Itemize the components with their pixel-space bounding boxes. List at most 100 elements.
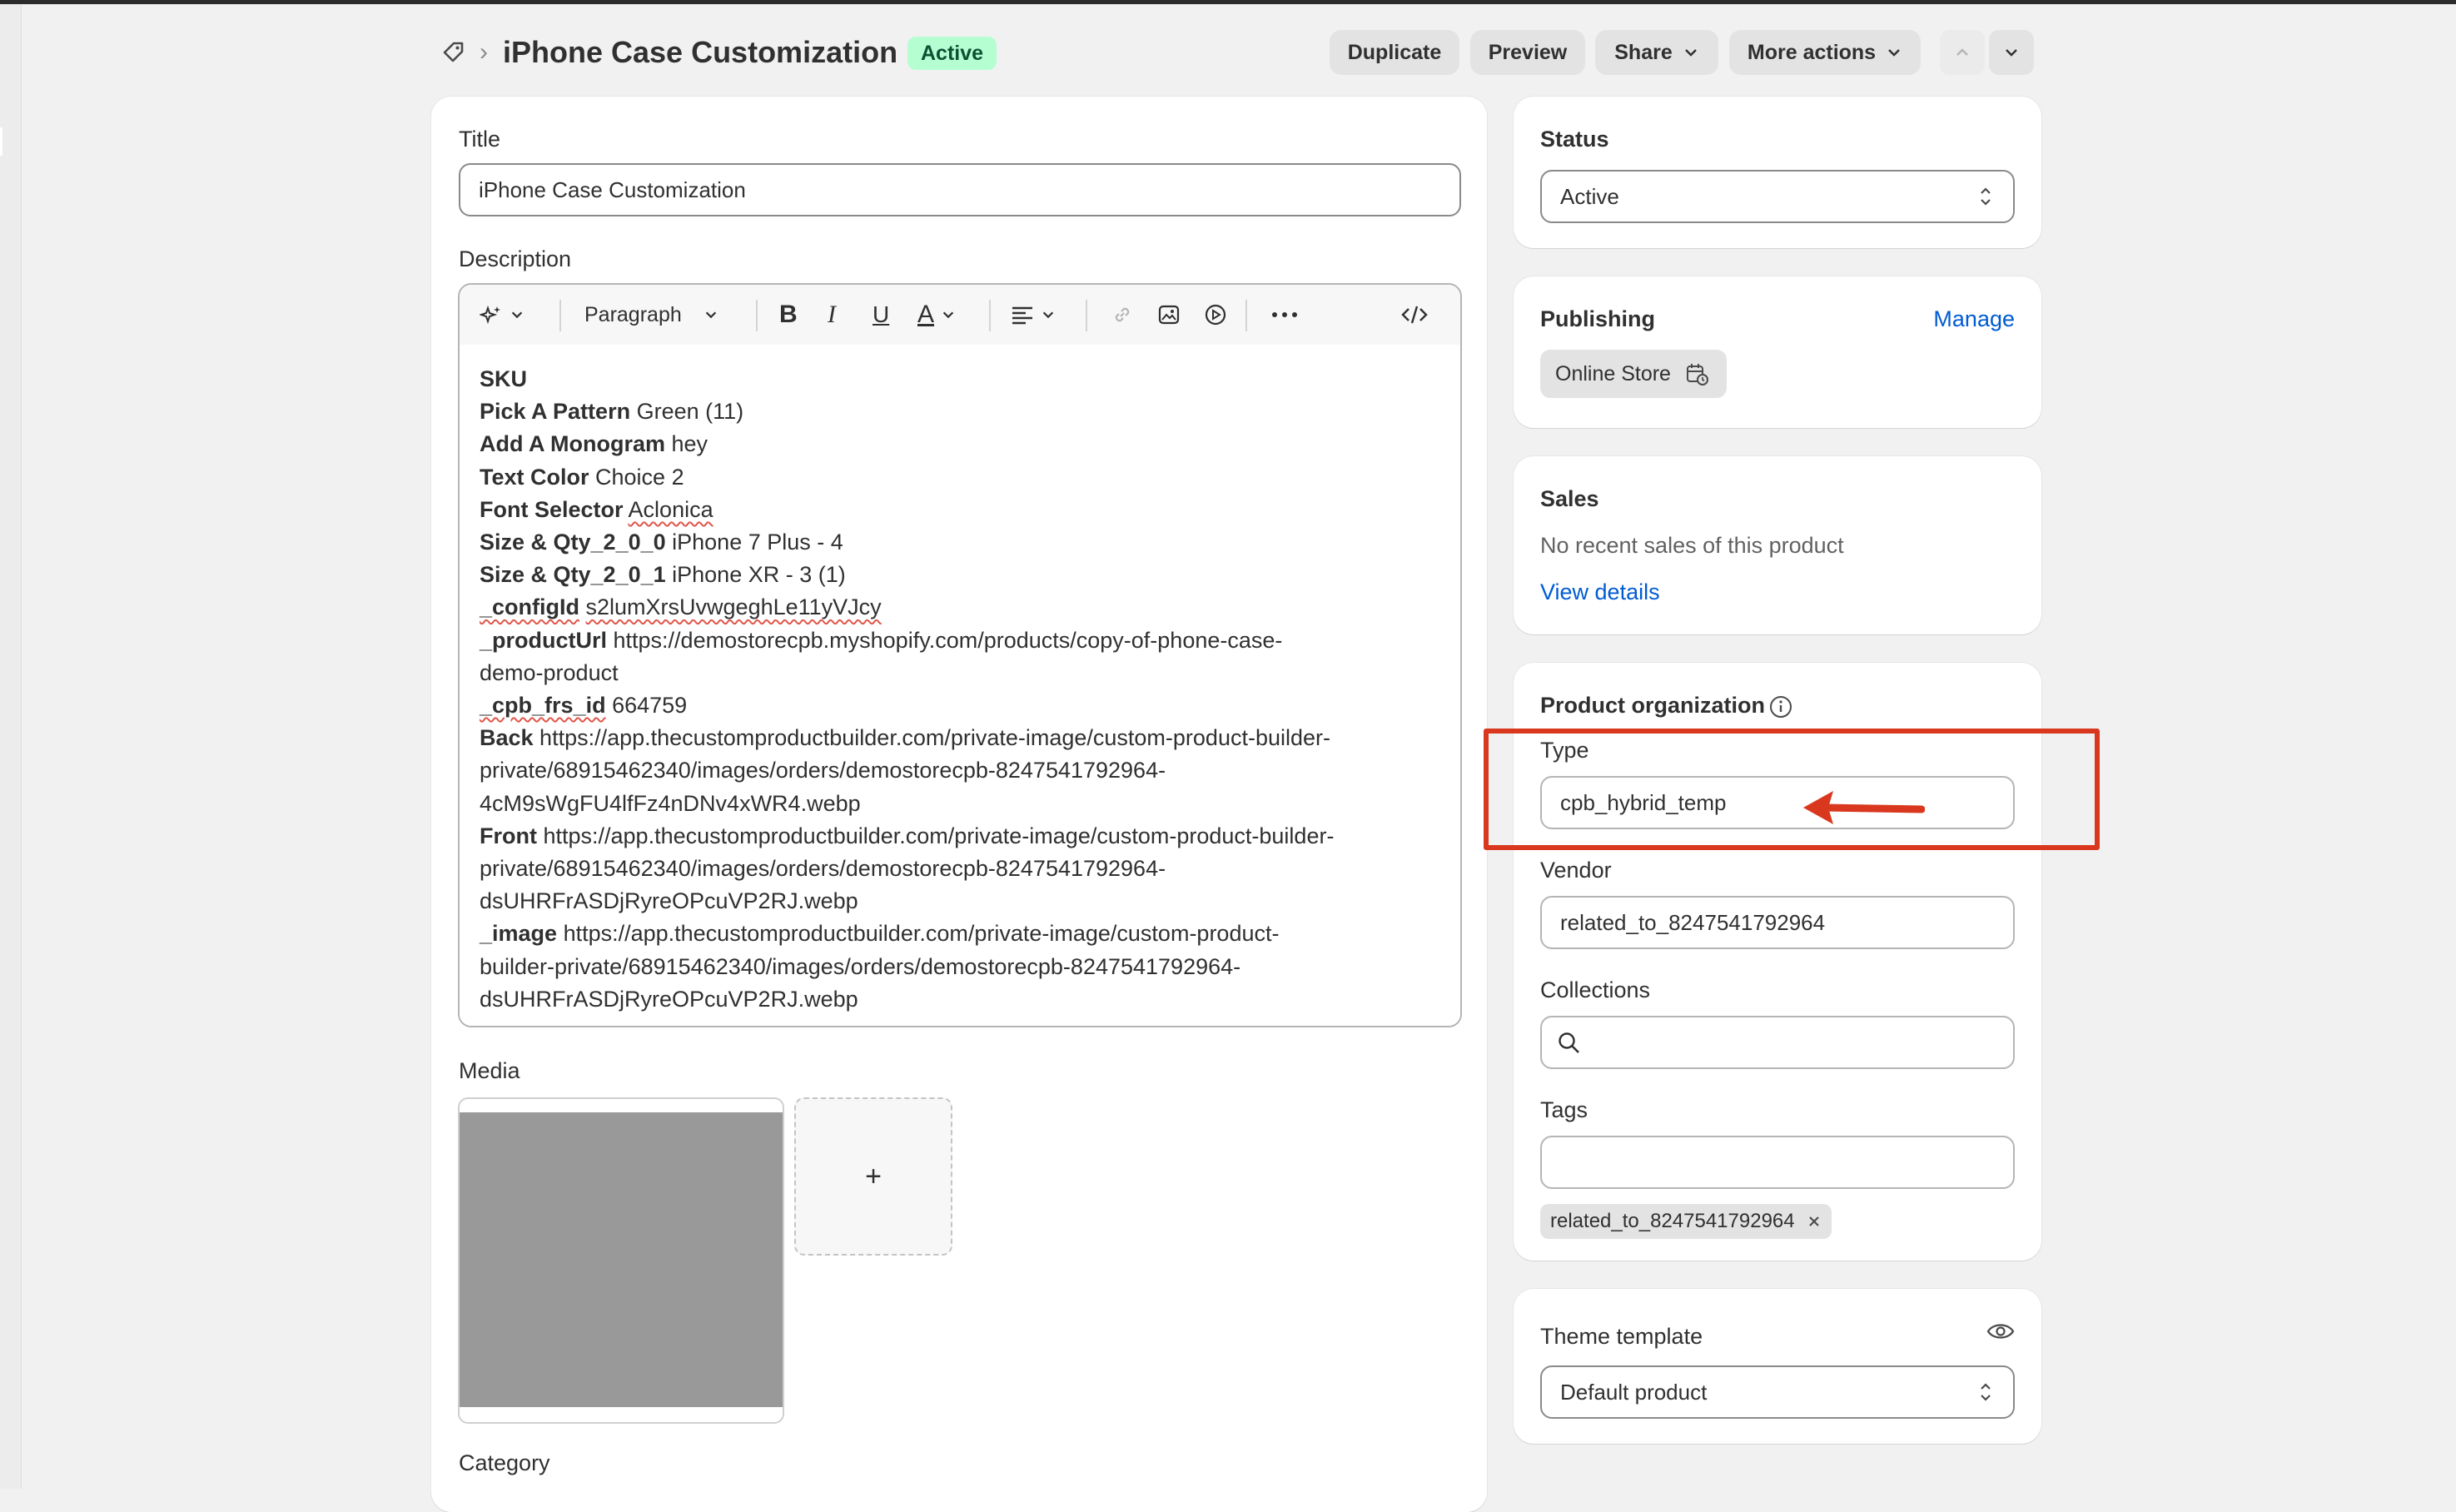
- tags-label: Tags: [1540, 1097, 1588, 1122]
- code-icon: [1401, 306, 1428, 324]
- desc-line: Back https://app.thecustomproductbuilder…: [480, 725, 1331, 751]
- theme-template-select[interactable]: Default product: [1540, 1365, 2015, 1419]
- product-main-card: Title iPhone Case Customization Descript…: [431, 97, 1487, 1512]
- desc-line: 4cM9sWgFU4lfFz4nDNv4xWR4.webp: [480, 790, 861, 816]
- search-icon: [1559, 1032, 1579, 1053]
- tags-input[interactable]: [1540, 1136, 2015, 1189]
- text-color-icon: A: [917, 301, 935, 328]
- more-actions-label: More actions: [1747, 40, 1877, 64]
- status-select[interactable]: Active: [1540, 170, 2015, 223]
- plus-icon: +: [865, 1160, 882, 1192]
- desc-line: Add A Monogram hey: [480, 431, 708, 457]
- preview-button[interactable]: Preview: [1470, 30, 1585, 75]
- media-label: Media: [459, 1058, 520, 1083]
- more-actions-button[interactable]: More actions: [1729, 30, 1921, 75]
- sales-empty-text: No recent sales of this product: [1540, 533, 1844, 558]
- share-button[interactable]: Share: [1595, 30, 1718, 75]
- theme-template-value: Default product: [1560, 1380, 1708, 1405]
- desc-line: Text Color Choice 2: [480, 464, 684, 490]
- more-formatting-button[interactable]: [1270, 300, 1299, 330]
- select-chevron-icon: [1981, 1383, 1991, 1401]
- desc-line: Pick A Pattern Green (11): [480, 399, 744, 425]
- description-content[interactable]: SKU Pick A Pattern Green (11) Add A Mono…: [460, 345, 1460, 1026]
- title-label: Title: [459, 127, 501, 152]
- desc-line: private/68915462340/images/orders/demost…: [480, 758, 1166, 783]
- paragraph-format-select[interactable]: Paragraph: [584, 300, 718, 330]
- desc-line: Front https://app.thecustomproductbuilde…: [480, 823, 1335, 848]
- desc-line: dsUHRFrASDjRyreOPcuVP2RJ.webp: [480, 888, 858, 914]
- bold-icon: B: [779, 301, 798, 328]
- desc-line: SKU: [480, 366, 528, 391]
- view-details-link[interactable]: View details: [1540, 579, 1660, 605]
- annotation-highlight-box: [1484, 729, 2100, 850]
- italic-button[interactable]: I: [828, 300, 836, 330]
- chevron-down-icon: [942, 311, 954, 319]
- chevron-down-icon: [1042, 311, 1054, 319]
- add-media-button[interactable]: +: [794, 1097, 952, 1256]
- alignment-button[interactable]: [1011, 300, 1056, 330]
- chevron-up-icon: [1956, 48, 1968, 56]
- duplicate-button-label: Duplicate: [1347, 40, 1442, 64]
- previous-product-button[interactable]: [1940, 30, 1985, 75]
- underline-button[interactable]: U: [873, 300, 889, 330]
- product-organization-label: Product organization: [1540, 693, 1765, 718]
- chevron-down-icon: [2006, 49, 2017, 57]
- page-header: › iPhone Case Customization Active Dupli…: [433, 25, 2040, 80]
- theme-template-card: Theme template Default product: [1514, 1289, 2041, 1444]
- annotation-arrow-icon: [1803, 791, 1925, 824]
- collections-search-input[interactable]: [1540, 1016, 2015, 1069]
- remove-tag-icon[interactable]: [1807, 1214, 1822, 1229]
- description-editor: Paragraph B I U A SKU Pick A Pattern Gre…: [458, 283, 1462, 1027]
- desc-line: Font Selector Aclonica: [480, 496, 713, 522]
- desc-line: _image https://app.thecustomproductbuild…: [480, 921, 1280, 947]
- link-icon: [1115, 307, 1130, 322]
- chevron-down-icon: [1888, 49, 1900, 57]
- channel-label: Online Store: [1555, 362, 1671, 385]
- breadcrumb-chevron-icon: ›: [480, 38, 488, 66]
- align-left-icon: [1012, 306, 1032, 325]
- play-circle-icon: [1205, 304, 1226, 326]
- desc-line: _cpb_frs_id 664759: [480, 693, 688, 719]
- product-image: [460, 1112, 783, 1407]
- theme-template-label: Theme template: [1540, 1324, 1703, 1349]
- status-label: Status: [1540, 127, 1609, 152]
- paragraph-label: Paragraph: [584, 302, 682, 326]
- desc-line: builder-private/68915462340/images/order…: [480, 953, 1241, 979]
- bold-button[interactable]: B: [779, 300, 798, 330]
- eye-icon[interactable]: [1986, 1319, 2015, 1344]
- category-label: Category: [459, 1450, 550, 1475]
- vendor-input[interactable]: related_to_8247541792964: [1540, 896, 2015, 949]
- duplicate-button[interactable]: Duplicate: [1330, 30, 1459, 75]
- share-button-label: Share: [1614, 40, 1673, 64]
- tag-chip-label: related_to_8247541792964: [1550, 1210, 1795, 1232]
- text-color-button[interactable]: A: [917, 300, 956, 330]
- preview-button-label: Preview: [1488, 40, 1568, 64]
- left-nav-rail: [0, 4, 22, 1489]
- desc-line: dsUHRFrASDjRyreOPcuVP2RJ.webp: [480, 986, 858, 1012]
- italic-icon: I: [828, 301, 836, 328]
- sales-card: Sales No recent sales of this product Vi…: [1514, 456, 2041, 634]
- insert-video-button[interactable]: [1204, 300, 1227, 330]
- html-view-button[interactable]: [1400, 300, 1429, 330]
- product-tag-icon[interactable]: [441, 40, 466, 65]
- window-top-edge: [0, 0, 2456, 4]
- ai-generate-button[interactable]: [480, 300, 525, 330]
- online-store-channel-chip[interactable]: Online Store: [1540, 350, 1727, 398]
- calendar-schedule-icon: [1687, 364, 1708, 385]
- desc-line: _configId s2lumXrsUvwgeghLe11yVJcy: [480, 594, 882, 620]
- collections-label: Collections: [1540, 977, 1651, 1002]
- status-badge: Active: [907, 37, 997, 70]
- chevron-down-icon: [705, 311, 716, 319]
- publishing-card: Publishing Manage Online Store: [1514, 276, 2041, 428]
- info-icon[interactable]: [1768, 694, 1793, 719]
- media-thumbnail[interactable]: [458, 1097, 784, 1424]
- desc-line: private/68915462340/images/orders/demost…: [480, 856, 1166, 882]
- insert-image-button[interactable]: [1157, 300, 1181, 330]
- sales-label: Sales: [1540, 486, 1599, 511]
- image-icon: [1158, 305, 1180, 325]
- next-product-button[interactable]: [1989, 30, 2034, 75]
- manage-link[interactable]: Manage: [1933, 306, 2015, 332]
- insert-link-button[interactable]: [1111, 300, 1134, 330]
- title-input[interactable]: iPhone Case Customization: [459, 163, 1461, 216]
- editor-toolbar: Paragraph B I U A: [460, 285, 1460, 345]
